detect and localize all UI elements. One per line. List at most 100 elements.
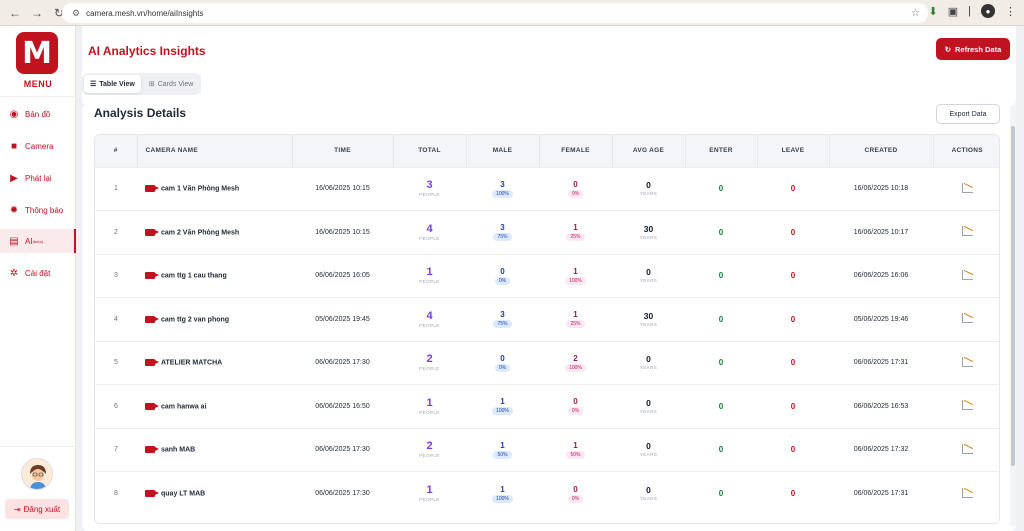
chart-view-icon[interactable]	[961, 400, 973, 411]
table-row[interactable]: 6 cam hanwa ai 06/06/2025 16:50 1 PEOPLE 1 100…	[95, 384, 999, 429]
enter-value: 0	[718, 489, 724, 498]
browser-toolbar: ← → ↻ ⚙ camera.mesh.vn/home/aiInsights ☆…	[0, 0, 1024, 26]
app-logo[interactable]: M	[16, 32, 58, 74]
camera-name-cell: cam 1 Văn Phòng Mesh	[137, 167, 292, 211]
video-camera-icon	[145, 185, 159, 193]
table-row[interactable]: 8 quay LT MAB 06/06/2025 17:30 1 PEOPLE 1 100%…	[95, 471, 999, 516]
sidebar-divider	[0, 96, 76, 97]
sidebar-item-label: Cài đặt	[25, 268, 51, 278]
male-cell: 3 100%	[466, 167, 539, 211]
total-cell: 4 PEOPLE	[393, 298, 466, 342]
column-header[interactable]: CAMERA NAME	[137, 135, 293, 167]
table-row[interactable]: 4 cam ttg 2 van phong 05/06/2025 19:45 4 PEO…	[95, 297, 999, 342]
sidebar-item-settings[interactable]: ✲ Cài đặt	[0, 261, 76, 285]
male-value: 3	[500, 179, 505, 189]
video-camera-icon	[145, 315, 159, 323]
column-header[interactable]: ENTER	[685, 135, 758, 167]
table-row[interactable]: 5 ATELIER MATCHA 06/06/2025 17:30 2 PEOPLE 0 0…	[95, 341, 999, 385]
sidebar-item-playback[interactable]: ▶ Phát lại	[0, 166, 76, 190]
map-icon: ◉	[9, 108, 19, 120]
forward-icon[interactable]: →	[30, 6, 44, 20]
column-header[interactable]: LEAVE	[757, 135, 830, 167]
cards-view-tab[interactable]: ⊞ Cards View	[143, 75, 200, 93]
profile-avatar-icon[interactable]: ●	[981, 4, 995, 18]
table-view-tab[interactable]: ☰ Table View	[84, 75, 141, 93]
column-header[interactable]: AVG AGE	[612, 135, 686, 167]
leave-cell: 0	[757, 385, 829, 429]
male-value: 0	[500, 266, 505, 276]
camera-name: cam hanwa ai	[161, 402, 207, 410]
table-row[interactable]: 2 cam 2 Văn Phòng Mesh 16/06/2025 10:15 4 PE…	[95, 210, 999, 255]
export-data-button[interactable]: Export Data	[936, 104, 1000, 124]
avg-age-value: 30	[643, 310, 654, 321]
table-header-row: # CAMERA NAME TIME TOTAL MALE FEMALE AVG…	[95, 135, 999, 167]
male-percent-badge: 50%	[493, 450, 512, 459]
leave-cell: 0	[757, 167, 829, 211]
chart-view-icon[interactable]	[961, 226, 973, 237]
created-cell: 16/06/2025 10:18	[853, 185, 909, 193]
row-index: 5	[114, 359, 118, 367]
male-value: 3	[500, 223, 505, 233]
years-unit: YEARS	[639, 278, 658, 284]
sidebar-item-label: Camera	[25, 141, 54, 151]
column-header[interactable]: TOTAL	[393, 135, 467, 167]
male-percent-badge: 75%	[493, 320, 512, 329]
table-row[interactable]: 1 cam 1 Văn Phòng Mesh 16/06/2025 10:15 3 PE…	[95, 167, 999, 211]
chart-view-icon[interactable]	[961, 487, 973, 498]
bookmark-star-icon[interactable]: ☆	[911, 8, 920, 19]
actions-cell	[933, 472, 999, 516]
sidebar-item-label: AI	[25, 236, 33, 246]
scrollbar-thumb[interactable]	[1011, 126, 1015, 466]
sidebar-item-camera[interactable]: ■ Camera	[0, 134, 76, 158]
sidebar-item-ai[interactable]: ▤ AI (beta)	[0, 229, 76, 253]
ai-icon: ▤	[9, 235, 19, 247]
column-header[interactable]: CREATED	[829, 135, 934, 167]
enter-value: 0	[718, 314, 724, 324]
female-percent-badge: 0%	[567, 494, 584, 503]
male-cell: 1 100%	[466, 472, 539, 516]
column-header[interactable]: #	[95, 135, 138, 167]
column-header[interactable]: ACTIONS	[933, 135, 999, 167]
created-cell: 06/06/2025 16:53	[853, 402, 909, 410]
column-header[interactable]: FEMALE	[539, 135, 613, 167]
table-row[interactable]: 3 cam ttg 1 cau thang 06/06/2025 16:05 1 PEO…	[95, 254, 999, 298]
extension-icon[interactable]: ⬇	[929, 5, 938, 18]
chart-view-icon[interactable]	[961, 313, 973, 324]
enter-cell: 0	[685, 298, 757, 342]
actions-cell	[933, 167, 999, 211]
created-cell: 05/06/2025 19:46	[853, 315, 909, 323]
kebab-menu-icon[interactable]: ⋮	[1005, 5, 1016, 18]
enter-cell: 0	[685, 385, 757, 429]
enter-value: 0	[718, 358, 724, 368]
column-header[interactable]: MALE	[466, 135, 540, 167]
avg-age-value: 30	[643, 223, 654, 234]
chart-view-icon[interactable]	[961, 356, 973, 367]
sidebar-item-map[interactable]: ◉ Bản đồ	[0, 102, 76, 126]
chart-view-icon[interactable]	[961, 182, 973, 193]
address-bar[interactable]: ⚙ camera.mesh.vn/home/aiInsights ☆	[62, 3, 928, 23]
leave-cell: 0	[757, 211, 829, 255]
leave-value: 0	[790, 489, 796, 498]
chart-view-icon[interactable]	[961, 443, 973, 454]
extensions-puzzle-icon[interactable]: ▣	[948, 5, 958, 18]
section-title: Analysis Details	[94, 106, 187, 120]
column-header[interactable]: TIME	[292, 135, 394, 167]
people-unit: PEOPLE	[419, 192, 440, 198]
camera-name-cell: cam 2 Văn Phòng Mesh	[137, 211, 292, 255]
page-scrollbar[interactable]	[1010, 106, 1016, 526]
back-icon[interactable]: ←	[8, 6, 22, 20]
refresh-data-button[interactable]: ↻ Refresh Data	[936, 38, 1010, 60]
total-cell: 2 PEOPLE	[393, 428, 466, 472]
row-index: 2	[114, 228, 118, 236]
total-cell: 3 PEOPLE	[393, 167, 466, 211]
time-cell: 06/06/2025 16:50	[315, 402, 370, 410]
avatar[interactable]	[21, 458, 53, 490]
total-cell: 1 PEOPLE	[393, 385, 466, 429]
site-info-icon[interactable]: ⚙	[72, 8, 80, 19]
table-row[interactable]: 7 sanh MAB 06/06/2025 17:30 2 PEOPLE 1 50% 1 50%…	[95, 428, 999, 472]
sidebar-item-notifications[interactable]: ✹ Thông báo	[0, 198, 76, 222]
logout-button[interactable]: ⇥ Đăng xuất	[5, 499, 69, 519]
actions-cell	[933, 211, 999, 255]
chart-view-icon[interactable]	[961, 269, 973, 280]
grid-icon: ⊞	[148, 81, 155, 88]
